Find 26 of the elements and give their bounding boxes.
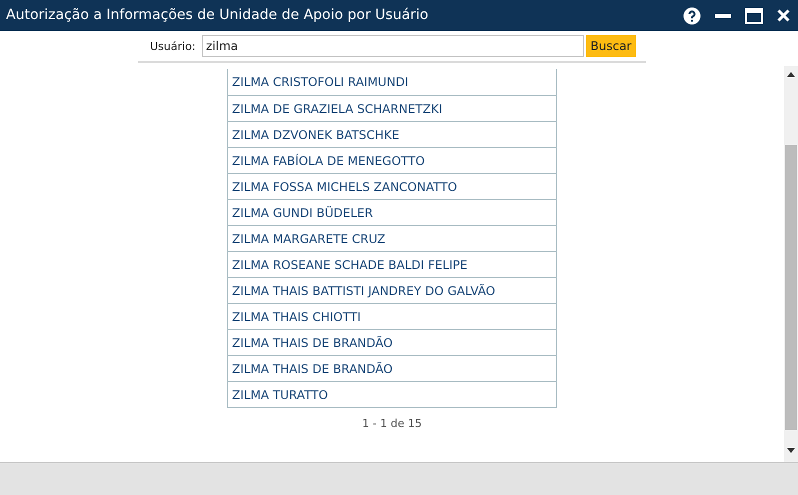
- scroll-thumb[interactable]: [785, 145, 797, 430]
- result-item[interactable]: ZILMA DE GRAZIELA SCHARNETZKI: [228, 95, 556, 121]
- result-item[interactable]: ZILMA DZVONEK BATSCHKE: [228, 121, 556, 147]
- scroll-up-icon[interactable]: [787, 72, 795, 77]
- result-item[interactable]: ZILMA THAIS BATTISTI JANDREY DO GALVÃO: [228, 277, 556, 303]
- maximize-icon[interactable]: [745, 8, 763, 24]
- search-field[interactable]: zilma: [202, 35, 584, 57]
- help-icon[interactable]: [683, 6, 701, 24]
- result-item[interactable]: ZILMA TURATTO: [228, 381, 556, 407]
- result-item[interactable]: ZILMA THAIS DE BRANDÃO: [228, 355, 556, 381]
- result-item[interactable]: ZILMA THAIS CHIOTTI: [228, 303, 556, 329]
- result-item[interactable]: ZILMA FOSSA MICHELS ZANCONATTO: [228, 173, 556, 199]
- scrollbar[interactable]: [784, 66, 798, 462]
- result-item[interactable]: ZILMA CRISTOFOLI RAIMUNDI: [228, 69, 556, 95]
- scroll-down-icon[interactable]: [787, 448, 795, 453]
- result-item[interactable]: ZILMA FABÍOLA DE MENEGOTTO: [228, 147, 556, 173]
- search-button[interactable]: Buscar: [586, 35, 636, 57]
- pagination-text: 1 - 1 de 15: [362, 416, 422, 432]
- result-item[interactable]: ZILMA GUNDI BÜDELER: [228, 199, 556, 225]
- field-label: Usuário:: [149, 39, 197, 55]
- result-item[interactable]: ZILMA THAIS DE BRANDÃO: [228, 329, 556, 355]
- minimize-icon[interactable]: [715, 14, 731, 18]
- result-item[interactable]: ZILMA MARGARETE CRUZ: [228, 225, 556, 251]
- result-item[interactable]: ZILMA ROSEANE SCHADE BALDI FELIPE: [228, 251, 556, 277]
- close-icon[interactable]: [777, 9, 790, 22]
- window-title: Autorização a Informações de Unidade de Apoio por Usuário: [6, 6, 430, 25]
